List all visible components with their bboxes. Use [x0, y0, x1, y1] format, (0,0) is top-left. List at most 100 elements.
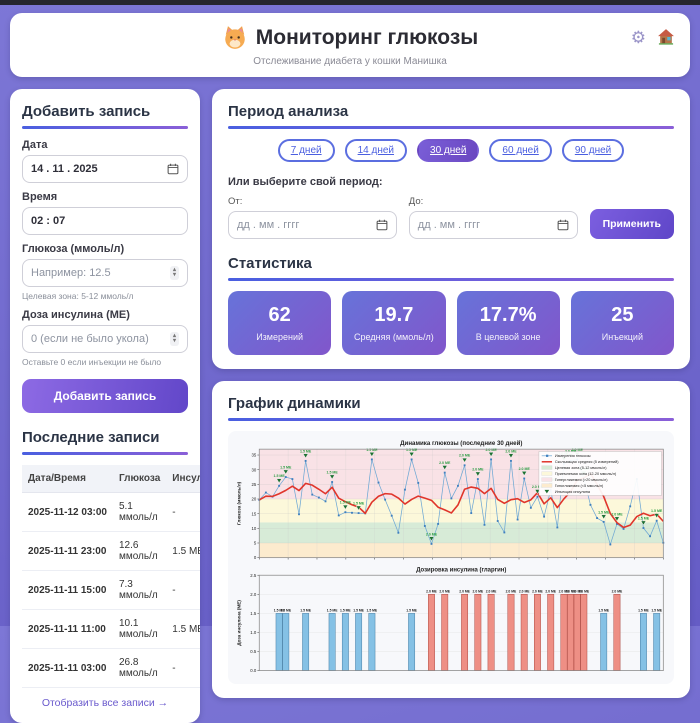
section-underline: [228, 418, 674, 421]
cell-datetime: 2025-11-11 15:00: [22, 571, 113, 610]
time-input[interactable]: 02 : 07: [22, 207, 188, 235]
chart-panel: 051015202530351.5 МЕ1.5 МЕ1.5 МЕ1.5 МЕ1.…: [228, 431, 674, 684]
stats-title: Статистика: [228, 255, 674, 272]
calendar-icon[interactable]: [557, 219, 569, 231]
stat-label: В целевой зоне: [463, 332, 554, 342]
period-title: Период анализа: [228, 103, 674, 120]
cell-datetime: 2025-11-11 23:00: [22, 532, 113, 571]
svg-text:2.0 МЕ: 2.0 МЕ: [519, 467, 531, 471]
insulin-input[interactable]: 0 (если не было укола) ▴▾: [22, 325, 188, 353]
glucose-placeholder: Например: 12.5: [31, 267, 111, 279]
stat-in-target: 17.7% В целевой зоне: [457, 291, 560, 355]
svg-text:1.5 МЕ: 1.5 МЕ: [280, 465, 292, 469]
svg-text:1.5 МЕ: 1.5 МЕ: [406, 448, 418, 452]
svg-text:1.5 МЕ: 1.5 МЕ: [353, 609, 364, 613]
svg-text:1.5 МЕ: 1.5 МЕ: [274, 474, 286, 478]
svg-text:1.5: 1.5: [250, 611, 257, 616]
glucose-input[interactable]: Например: 12.5 ▴▾: [22, 259, 188, 287]
period-pill-90[interactable]: 90 дней: [562, 139, 624, 162]
col-glucose: Глюкоза: [113, 465, 166, 493]
home-icon[interactable]: [656, 27, 676, 47]
cell-insulin: -: [166, 493, 200, 532]
svg-text:Дозировка инсулина (гларгин): Дозировка инсулина (гларгин): [416, 568, 506, 574]
svg-text:2.0 МЕ: 2.0 МЕ: [612, 590, 623, 594]
to-date-input[interactable]: дд . мм . гггг: [409, 211, 578, 239]
cell-glucose: 7.3 ммоль/л: [113, 571, 166, 610]
section-underline: [22, 452, 188, 455]
cell-insulin: -: [166, 571, 200, 610]
top-strip: [0, 0, 700, 5]
dynamics-chart-card: График динамики 051015202530351.5 МЕ1.5 …: [212, 381, 690, 698]
table-row: 2025-11-11 15:00 7.3 ммоль/л -: [22, 571, 200, 610]
svg-text:0.0: 0.0: [250, 668, 257, 673]
cell-datetime: 2025-11-12 03:00: [22, 493, 113, 532]
number-stepper-icon[interactable]: ▴▾: [170, 266, 179, 280]
svg-text:Инъекция инсулина: Инъекция инсулина: [555, 490, 591, 494]
section-underline: [228, 126, 674, 129]
svg-text:1.5 МЕ: 1.5 МЕ: [598, 609, 609, 613]
stat-value: 25: [577, 304, 668, 327]
cell-insulin: 1.5 МЕ: [166, 532, 200, 571]
svg-text:2.0 МЕ: 2.0 МЕ: [486, 590, 497, 594]
page-title: Мониторинг глюкозы: [26, 25, 674, 51]
svg-text:15: 15: [251, 511, 256, 516]
svg-text:2.0 МЕ: 2.0 МЕ: [459, 454, 471, 458]
custom-period-label: Или выберите свой период:: [228, 176, 674, 188]
period-pill-7[interactable]: 7 дней: [278, 139, 335, 162]
cell-datetime: 2025-11-11 03:00: [22, 649, 113, 688]
svg-text:Гипергликемия (>20 ммоль/л): Гипергликемия (>20 ммоль/л): [555, 478, 608, 482]
glucose-label: Глюкоза (ммоль/л): [22, 243, 188, 255]
chart-section-title: График динамики: [228, 395, 674, 412]
svg-text:0: 0: [254, 555, 257, 560]
svg-text:2.0 МЕ: 2.0 МЕ: [611, 512, 623, 516]
insulin-placeholder: 0 (если не было укола): [31, 333, 149, 345]
svg-text:20: 20: [251, 497, 256, 502]
cell-insulin: 1.5 МЕ: [166, 610, 200, 649]
cat-icon: [222, 25, 248, 51]
from-date-input[interactable]: дд . мм . гггг: [228, 211, 397, 239]
svg-text:2.0 МЕ: 2.0 МЕ: [545, 590, 556, 594]
svg-text:2.0 МЕ: 2.0 МЕ: [506, 590, 517, 594]
date-input[interactable]: 14 . 11 . 2025: [22, 155, 188, 183]
analysis-period-card: Период анализа 7 дней 14 дней 30 дней 60…: [212, 89, 690, 369]
svg-text:1.5 МЕ: 1.5 МЕ: [326, 470, 338, 474]
svg-text:Приемлемая зона (12-20 ммоль/л: Приемлемая зона (12-20 ммоль/л): [555, 472, 617, 476]
svg-text:1.5 МЕ: 1.5 МЕ: [340, 609, 351, 613]
calendar-icon[interactable]: [376, 219, 388, 231]
cell-glucose: 12.6 ммоль/л: [113, 532, 166, 571]
svg-text:Доза инсулина (МЕ): Доза инсулина (МЕ): [237, 600, 242, 646]
cell-glucose: 5.1 ммоль/л: [113, 493, 166, 532]
stat-average: 19.7 Средняя (ммоль/л): [342, 291, 445, 355]
col-datetime: Дата/Время: [22, 465, 113, 493]
svg-text:2.0 МЕ: 2.0 МЕ: [578, 590, 589, 594]
date-value: 14 . 11 . 2025: [31, 163, 98, 175]
period-pills: 7 дней 14 дней 30 дней 60 дней 90 дней: [228, 139, 674, 162]
settings-gear-icon[interactable]: ⚙: [631, 29, 646, 46]
stat-label: Измерений: [234, 332, 325, 342]
col-insulin: Инсулин: [166, 465, 200, 493]
table-row: 2025-11-12 03:00 5.1 ммоль/л -: [22, 493, 200, 532]
from-label: От:: [228, 196, 397, 207]
number-stepper-icon[interactable]: ▴▾: [170, 332, 179, 346]
svg-text:1.5 МЕ: 1.5 МЕ: [300, 609, 311, 613]
cell-glucose: 10.1 ммоль/л: [113, 610, 166, 649]
calendar-icon[interactable]: [167, 163, 179, 175]
stats-cards: 62 Измерений 19.7 Средняя (ммоль/л) 17.7…: [228, 291, 674, 355]
svg-text:1.5 МЕ: 1.5 МЕ: [651, 509, 663, 513]
add-record-button[interactable]: Добавить запись: [22, 379, 188, 413]
stat-value: 19.7: [348, 304, 439, 327]
period-pill-14[interactable]: 14 дней: [345, 139, 407, 162]
svg-text:1.5 МЕ: 1.5 МЕ: [353, 501, 365, 505]
show-all-records-link[interactable]: Отобразить все записи →: [22, 697, 188, 709]
svg-text:2.0 МЕ: 2.0 МЕ: [472, 467, 484, 471]
svg-text:2.0 МЕ: 2.0 МЕ: [505, 449, 517, 453]
svg-text:1.5 МЕ: 1.5 МЕ: [280, 609, 291, 613]
svg-text:2.5: 2.5: [250, 573, 257, 578]
period-pill-30[interactable]: 30 дней: [417, 139, 479, 162]
svg-text:1.0: 1.0: [250, 630, 257, 635]
stat-measurements: 62 Измерений: [228, 291, 331, 355]
stat-injections: 25 Инъекций: [571, 291, 674, 355]
cell-insulin: -: [166, 649, 200, 688]
apply-button[interactable]: Применить: [590, 209, 674, 239]
period-pill-60[interactable]: 60 дней: [489, 139, 551, 162]
